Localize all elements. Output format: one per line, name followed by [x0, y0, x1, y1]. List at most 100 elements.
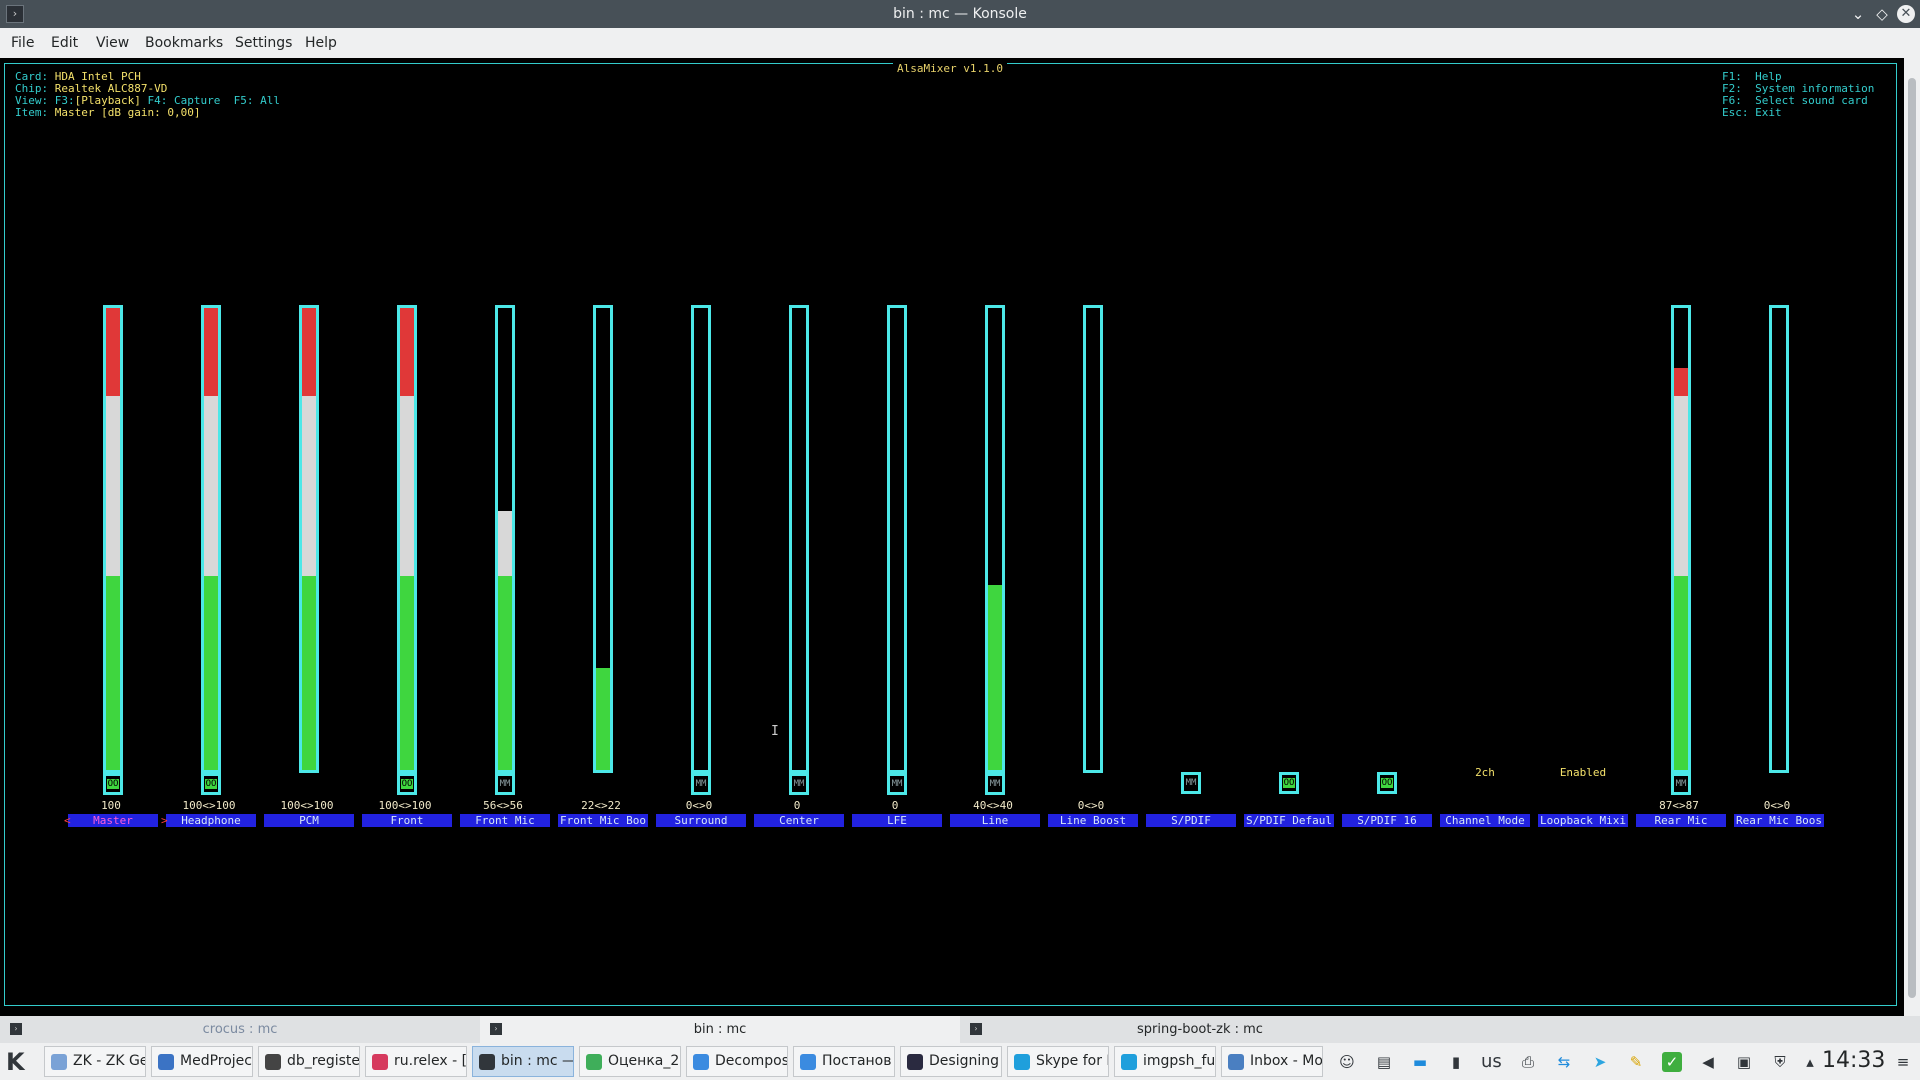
volume-slider[interactable]: [495, 305, 515, 773]
muted-indicator[interactable]: MM: [985, 773, 1005, 795]
help-esc: Esc: Exit: [1722, 106, 1782, 119]
scrollbar-thumb[interactable]: [1908, 78, 1916, 998]
terminal-area[interactable]: AlsaMixer v1.1.0 Card: HDA Intel PCH Chi…: [0, 58, 1904, 1016]
muted-indicator[interactable]: MM: [1671, 773, 1691, 795]
people-icon[interactable]: ☺: [1337, 1052, 1357, 1072]
menu-help[interactable]: Help: [305, 35, 337, 51]
taskbar-task[interactable]: Оценка_2(: [579, 1046, 681, 1077]
muted-indicator[interactable]: MM: [1181, 772, 1201, 794]
volume-slider[interactable]: [201, 305, 221, 773]
task-label: Оценка_2(: [608, 1053, 681, 1069]
channel-label[interactable]: Loopback Mixi: [1538, 814, 1628, 827]
volume-slider[interactable]: [691, 305, 711, 773]
menu-icon[interactable]: ≡: [1893, 1052, 1913, 1072]
volume-slider[interactable]: [593, 305, 613, 773]
channel-label[interactable]: Rear Mic: [1636, 814, 1726, 827]
taskbar-task[interactable]: Inbox - Mo: [1221, 1046, 1323, 1077]
tab-bin[interactable]: › bin : mc: [480, 1016, 960, 1043]
unmuted-indicator[interactable]: OO: [103, 773, 123, 795]
channel-value: 22<>22: [581, 799, 621, 812]
tray-expand-icon[interactable]: ▴: [1800, 1052, 1820, 1072]
channel-label[interactable]: Center: [754, 814, 844, 827]
taskbar-task[interactable]: imgpsh_fu: [1114, 1046, 1216, 1077]
unmuted-indicator[interactable]: OO: [1279, 772, 1299, 794]
taskbar-task[interactable]: ru.relex - [: [365, 1046, 467, 1077]
unmuted-indicator[interactable]: OO: [397, 773, 417, 795]
channel-label[interactable]: Headphone: [166, 814, 256, 827]
telegram-icon[interactable]: ➤: [1590, 1052, 1610, 1072]
terminal-icon: ›: [10, 1023, 22, 1035]
channel-label[interactable]: Channel Mode: [1440, 814, 1530, 827]
channel-label[interactable]: Line: [950, 814, 1040, 827]
tab-spring-boot-zk[interactable]: › spring-boot-zk : mc: [960, 1016, 1440, 1043]
keyboard-layout[interactable]: us: [1481, 1051, 1502, 1072]
channel-label[interactable]: Master: [68, 814, 158, 827]
taskbar-task[interactable]: Skype for L: [1007, 1046, 1109, 1077]
taskbar-task[interactable]: bin : mc —: [472, 1046, 574, 1077]
printer-icon[interactable]: ⎙: [1518, 1052, 1538, 1072]
channel-label[interactable]: Front Mic Boo: [558, 814, 648, 827]
menu-bar: File Edit View Bookmarks Settings Help: [0, 28, 1920, 58]
volume-slider[interactable]: [1083, 305, 1103, 773]
channel-label[interactable]: PCM: [264, 814, 354, 827]
taskbar-task[interactable]: MedProjec: [151, 1046, 253, 1077]
network-icon[interactable]: ▣: [1734, 1052, 1754, 1072]
close-button[interactable]: ✕: [1897, 5, 1915, 23]
channel-label[interactable]: S/PDIF Defaul: [1244, 814, 1334, 827]
taskbar-task[interactable]: Decompos: [686, 1046, 788, 1077]
unmuted-indicator[interactable]: OO: [201, 773, 221, 795]
channel-label[interactable]: Line Boost: [1048, 814, 1138, 827]
muted-indicator[interactable]: MM: [887, 773, 907, 795]
taskbar-task[interactable]: db_registe: [258, 1046, 360, 1077]
usb-icon[interactable]: ▮: [1446, 1052, 1466, 1072]
menu-view[interactable]: View: [96, 35, 129, 51]
shield-icon[interactable]: ⛨: [1770, 1052, 1790, 1072]
task-label: Inbox - Mo: [1250, 1053, 1323, 1069]
channel-label[interactable]: S/PDIF: [1146, 814, 1236, 827]
menu-edit[interactable]: Edit: [51, 35, 78, 51]
channel-label[interactable]: Surround: [656, 814, 746, 827]
volume-slider[interactable]: [789, 305, 809, 773]
taskbar-task[interactable]: ZK - ZK Ge: [44, 1046, 146, 1077]
app-icon: [265, 1054, 281, 1070]
level-bar-white: [204, 396, 218, 576]
app-icon: [586, 1054, 602, 1070]
volume-slider[interactable]: [985, 305, 1005, 773]
unmuted-indicator[interactable]: OO: [1377, 772, 1397, 794]
volume-slider[interactable]: [1769, 305, 1789, 773]
volume-icon[interactable]: ◀: [1698, 1052, 1718, 1072]
tab-crocus[interactable]: › crocus : mc: [0, 1016, 480, 1043]
taskbar-task[interactable]: Постанов: [793, 1046, 895, 1077]
clipboard-icon[interactable]: ▤: [1374, 1052, 1394, 1072]
channel-label[interactable]: LFE: [852, 814, 942, 827]
level-bar-green: [106, 576, 120, 770]
terminal-scrollbar[interactable]: [1904, 58, 1920, 1016]
channel-label[interactable]: Rear Mic Boos: [1734, 814, 1824, 827]
menu-file[interactable]: File: [11, 35, 34, 51]
notes-icon[interactable]: ✎: [1626, 1052, 1646, 1072]
clock[interactable]: 14:33: [1822, 1048, 1885, 1073]
muted-indicator[interactable]: MM: [495, 773, 515, 795]
menu-bookmarks[interactable]: Bookmarks: [145, 35, 223, 51]
menu-settings[interactable]: Settings: [235, 35, 292, 51]
taskbar-task[interactable]: Designing: [900, 1046, 1002, 1077]
channel-label[interactable]: Front: [362, 814, 452, 827]
muted-indicator[interactable]: MM: [691, 773, 711, 795]
channel-value: 100: [101, 799, 121, 812]
muted-indicator[interactable]: MM: [789, 773, 809, 795]
window-title: bin : mc — Konsole: [893, 6, 1027, 22]
channel-label[interactable]: S/PDIF 16: [1342, 814, 1432, 827]
volume-slider[interactable]: [887, 305, 907, 773]
minimize-button[interactable]: ⌄: [1848, 4, 1868, 24]
maximize-button[interactable]: ◇: [1872, 4, 1892, 24]
level-bar-green: [204, 576, 218, 770]
teamviewer-icon[interactable]: ⇆: [1554, 1052, 1574, 1072]
volume-slider[interactable]: [397, 305, 417, 773]
chat-icon[interactable]: ▬: [1410, 1052, 1430, 1072]
volume-slider[interactable]: [1671, 305, 1691, 773]
volume-slider[interactable]: [103, 305, 123, 773]
channel-label[interactable]: Front Mic: [460, 814, 550, 827]
checkmark-icon[interactable]: ✓: [1662, 1052, 1682, 1072]
kde-icon[interactable]: K: [6, 1048, 25, 1076]
volume-slider[interactable]: [299, 305, 319, 773]
